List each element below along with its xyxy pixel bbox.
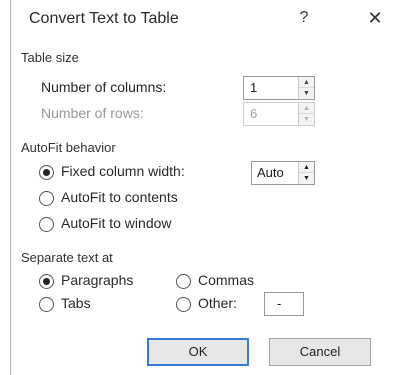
fixed-width-value: Auto: [257, 165, 284, 180]
cancel-button[interactable]: Cancel: [269, 338, 371, 366]
paragraphs-radio[interactable]: [39, 274, 54, 289]
close-button[interactable]: ✕: [363, 6, 387, 30]
ok-button[interactable]: OK: [147, 338, 249, 366]
columns-spinner[interactable]: 1 ▲ ▼: [243, 76, 315, 100]
convert-text-to-table-dialog: Convert Text to Table ? ✕ Table size Num…: [10, 0, 395, 375]
fixed-width-radio[interactable]: [39, 165, 54, 180]
commas-label: Commas: [198, 272, 255, 288]
paragraphs-label: Paragraphs: [61, 272, 134, 288]
table-size-heading: Table size: [21, 50, 79, 65]
rows-spin-arrows: ▲ ▼: [298, 103, 314, 125]
rows-spinner: 6 ▲ ▼: [243, 102, 315, 126]
tabs-radio[interactable]: [39, 297, 54, 312]
rows-value: 6: [250, 106, 258, 121]
columns-value: 1: [250, 80, 258, 95]
chevron-up-icon[interactable]: ▲: [299, 77, 314, 88]
tabs-label: Tabs: [61, 295, 91, 311]
other-label: Other:: [198, 295, 237, 311]
autofit-window-label: AutoFit to window: [61, 215, 172, 231]
fixed-width-label: Fixed column width:: [61, 163, 185, 179]
chevron-down-icon: ▼: [303, 116, 310, 123]
chevron-up-icon: ▲: [299, 103, 314, 114]
chevron-down-icon[interactable]: ▼: [299, 173, 314, 184]
autofit-contents-radio[interactable]: [39, 191, 54, 206]
autofit-heading: AutoFit behavior: [21, 140, 116, 155]
columns-spin-arrows[interactable]: ▲ ▼: [298, 77, 314, 99]
separate-heading: Separate text at: [21, 250, 113, 265]
autofit-window-radio[interactable]: [39, 217, 54, 232]
rows-label: Number of rows:: [41, 105, 144, 121]
dialog-title: Convert Text to Table: [29, 10, 179, 27]
columns-label: Number of columns:: [41, 79, 167, 95]
autofit-contents-label: AutoFit to contents: [61, 189, 178, 205]
other-radio[interactable]: [176, 297, 191, 312]
other-value: -: [277, 296, 282, 311]
chevron-up-icon[interactable]: ▲: [299, 162, 314, 173]
chevron-down-icon[interactable]: ▼: [299, 88, 314, 99]
help-button[interactable]: ?: [295, 9, 313, 29]
close-icon: ✕: [367, 8, 383, 28]
fixed-width-spin-arrows[interactable]: ▲ ▼: [298, 162, 314, 184]
fixed-width-input[interactable]: Auto ▲ ▼: [251, 161, 315, 185]
other-input[interactable]: -: [264, 292, 304, 316]
commas-radio[interactable]: [176, 274, 191, 289]
